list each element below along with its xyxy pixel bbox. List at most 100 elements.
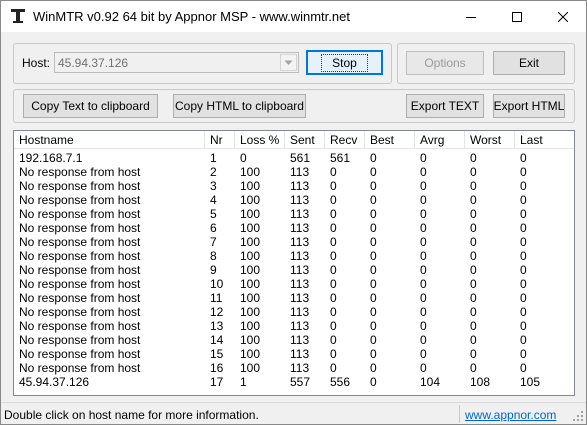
table-row[interactable]: No response from host 9 100 113 0 0 0 0 0 (14, 263, 574, 277)
cell-best: 0 (370, 221, 377, 235)
table-row[interactable]: No response from host 3 100 113 0 0 0 0 0 (14, 179, 574, 193)
cell-loss: 100 (240, 333, 261, 347)
cell-nr: 9 (210, 263, 217, 277)
cell-recv: 0 (330, 291, 337, 305)
cell-sent: 113 (290, 249, 310, 263)
cell-hostname: No response from host (19, 361, 141, 375)
cell-sent: 113 (290, 361, 310, 375)
minimize-icon (466, 16, 476, 18)
export-html-button-label: Export HTML (493, 99, 565, 113)
table-row[interactable]: No response from host 8 100 113 0 0 0 0 0 (14, 249, 574, 263)
table-row[interactable]: No response from host 7 100 113 0 0 0 0 0 (14, 235, 574, 249)
table-row[interactable]: No response from host 4 100 113 0 0 0 0 0 (14, 193, 574, 207)
cell-recv: 0 (330, 333, 337, 347)
cell-nr: 13 (210, 319, 224, 333)
cell-last: 0 (520, 221, 527, 235)
column-header-hostname[interactable]: Hostname (14, 131, 205, 149)
appnor-link[interactable]: www.appnor.com (465, 408, 556, 422)
cell-worst: 0 (470, 179, 477, 193)
title-bar[interactable]: WinMTR v0.92 64 bit by Appnor MSP - www.… (1, 1, 586, 32)
minimize-button[interactable] (448, 1, 494, 32)
cell-best: 0 (370, 179, 377, 193)
cell-loss: 100 (240, 221, 261, 235)
column-header-recv[interactable]: Recv (325, 131, 365, 149)
chevron-down-icon[interactable] (280, 54, 297, 71)
column-header-sent[interactable]: Sent (285, 131, 325, 149)
cell-recv: 0 (330, 235, 337, 249)
cell-hostname: No response from host (19, 333, 141, 347)
column-header-nr[interactable]: Nr (205, 131, 235, 149)
table-row[interactable]: No response from host 11 100 113 0 0 0 0 0 (14, 291, 574, 305)
stop-button[interactable]: Stop (306, 50, 383, 75)
table-row[interactable]: No response from host 6 100 113 0 0 0 0 0 (14, 221, 574, 235)
cell-recv: 0 (330, 361, 337, 375)
cell-worst: 0 (470, 165, 477, 179)
cell-avrg: 0 (420, 263, 427, 277)
cell-recv: 0 (330, 347, 337, 361)
column-header-worst[interactable]: Worst (465, 131, 515, 149)
cell-best: 0 (370, 151, 377, 165)
table-row[interactable]: 45.94.37.126 17 1 557 556 0 104 108 105 (14, 375, 574, 389)
cell-recv: 561 (330, 151, 351, 165)
cell-recv: 0 (330, 193, 337, 207)
column-header-last[interactable]: Last (515, 131, 574, 149)
cell-sent: 113 (290, 193, 310, 207)
cell-last: 0 (520, 305, 527, 319)
close-button[interactable] (540, 1, 586, 32)
cell-hostname: No response from host (19, 179, 141, 193)
cell-worst: 0 (470, 221, 477, 235)
results-list[interactable]: Hostname Nr Loss % Sent Recv Best Avrg Worst Las… (13, 130, 575, 396)
cell-loss: 100 (240, 291, 261, 305)
cell-loss: 100 (240, 249, 261, 263)
table-row[interactable]: No response from host 12 100 113 0 0 0 0 0 (14, 305, 574, 319)
cell-sent: 113 (290, 277, 310, 291)
copy-text-button[interactable]: Copy Text to clipboard (23, 94, 158, 118)
cell-recv: 556 (330, 375, 351, 389)
cell-recv: 0 (330, 165, 337, 179)
cell-avrg: 104 (420, 375, 441, 389)
cell-loss: 100 (240, 179, 261, 193)
copy-html-button[interactable]: Copy HTML to clipboard (173, 94, 306, 118)
column-header-best[interactable]: Best (365, 131, 415, 149)
cell-nr: 17 (210, 375, 224, 389)
table-row[interactable]: No response from host 10 100 113 0 0 0 0 0 (14, 277, 574, 291)
resize-grip-icon[interactable] (572, 410, 584, 422)
cell-worst: 0 (470, 305, 477, 319)
export-text-button-label: Export TEXT (410, 99, 480, 113)
table-row[interactable]: No response from host 5 100 113 0 0 0 0 0 (14, 207, 574, 221)
cell-hostname: No response from host (19, 319, 141, 333)
cell-loss: 100 (240, 347, 261, 361)
table-row[interactable]: 192.168.7.1 1 0 561 561 0 0 0 0 (14, 151, 574, 165)
cell-avrg: 0 (420, 193, 427, 207)
export-html-button[interactable]: Export HTML (493, 94, 565, 118)
cell-sent: 113 (290, 291, 310, 305)
cell-nr: 2 (210, 165, 217, 179)
cell-loss: 100 (240, 165, 261, 179)
cell-worst: 0 (470, 235, 477, 249)
cell-last: 0 (520, 249, 527, 263)
export-text-button[interactable]: Export TEXT (406, 94, 484, 118)
options-button[interactable]: Options (406, 51, 484, 75)
table-row[interactable]: No response from host 13 100 113 0 0 0 0 0 (14, 319, 574, 333)
cell-last: 0 (520, 165, 527, 179)
cell-sent: 113 (290, 221, 310, 235)
table-row[interactable]: No response from host 2 100 113 0 0 0 0 0 (14, 165, 574, 179)
table-row[interactable]: No response from host 15 100 113 0 0 0 0 0 (14, 347, 574, 361)
close-icon (558, 11, 568, 22)
cell-avrg: 0 (420, 277, 427, 291)
cell-recv: 0 (330, 305, 337, 319)
maximize-button[interactable] (494, 1, 540, 32)
cell-recv: 0 (330, 249, 337, 263)
host-combobox[interactable]: 45.94.37.126 (54, 52, 299, 73)
exit-button[interactable]: Exit (493, 51, 565, 75)
column-header-loss[interactable]: Loss % (235, 131, 285, 149)
table-row[interactable]: No response from host 16 100 113 0 0 0 0 0 (14, 361, 574, 375)
list-header: Hostname Nr Loss % Sent Recv Best Avrg Worst Las… (14, 131, 574, 149)
options-button-label: Options (424, 56, 466, 70)
column-header-avrg[interactable]: Avrg (415, 131, 465, 149)
cell-hostname: No response from host (19, 263, 141, 277)
cell-hostname: No response from host (19, 207, 141, 221)
cell-worst: 0 (470, 151, 477, 165)
table-row[interactable]: No response from host 14 100 113 0 0 0 0 0 (14, 333, 574, 347)
cell-sent: 557 (290, 375, 311, 389)
